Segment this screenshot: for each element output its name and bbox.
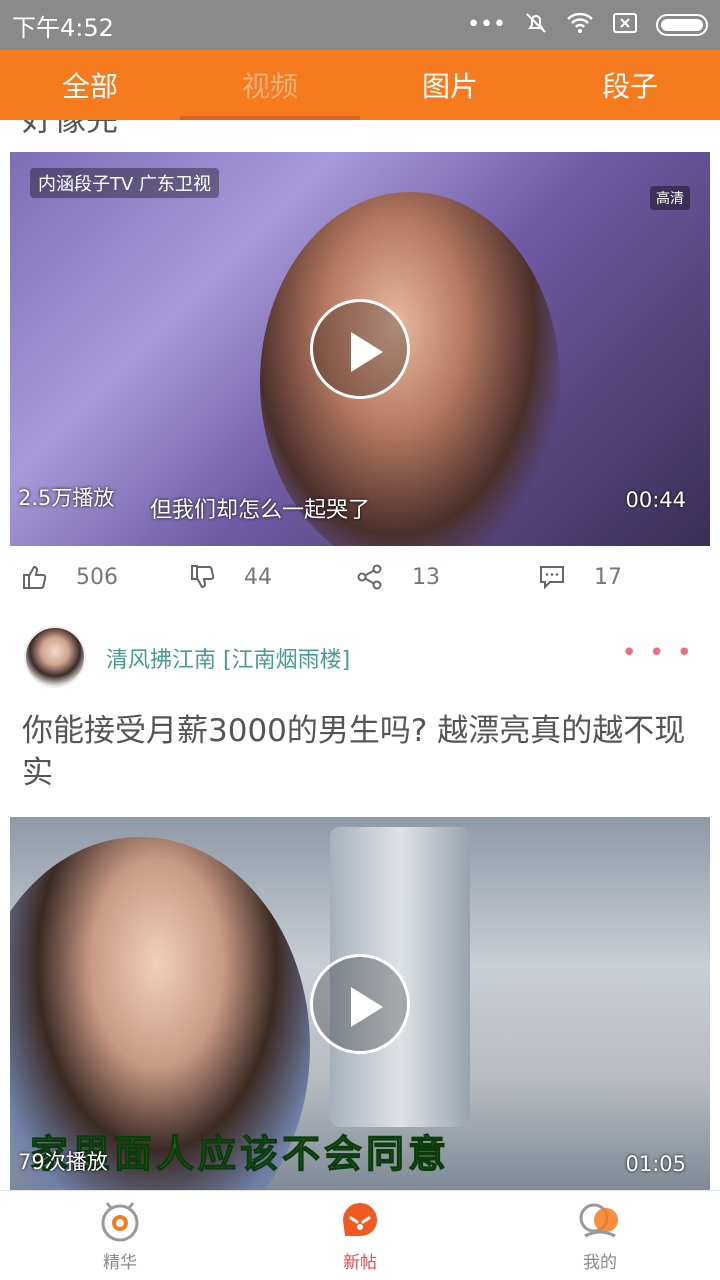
comment-icon [540,566,564,590]
video-subtitle: 但我们却怎么一起哭了 [150,498,371,523]
category-tab-bar: 全部 视频 图片 段子 [0,50,720,120]
nav-new-posts[interactable]: 新帖 [240,1191,480,1280]
more-dots-icon: ••• [467,12,506,37]
video-subtitle: 家里面人应该不会同意 [30,1132,451,1177]
profile-icon [579,1203,618,1238]
post-title[interactable]: 你能接受月薪3000的男生吗? 越漂亮真的越不现实 [22,710,702,794]
post-actions: 506 44 13 17 [0,556,720,598]
dislike-count: 44 [244,564,272,590]
channel-watermark: 内涵段子TV 广东卫视 [30,168,220,198]
tab-video[interactable]: 视频 [180,50,360,120]
status-icons: ••• [467,11,708,40]
no-sim-icon [612,12,638,39]
play-count: 79次播放 [18,1150,108,1174]
video-duration: 00:44 [625,488,686,512]
comment-button[interactable]: 17 [538,563,622,591]
hd-badge: 高清 [650,186,690,210]
new-posts-icon [343,1203,377,1236]
author-name[interactable]: 清风拂江南 [江南烟雨楼] [106,642,350,674]
status-time: 下午4:52 [12,13,114,42]
nav-profile-label: 我的 [583,1253,617,1273]
like-button[interactable]: 506 [20,563,118,591]
video-player[interactable]: 内涵段子TV 广东卫视 高清 但我们却怎么一起哭了 2.5万播放 00:44 [10,152,710,546]
wifi-icon [566,12,594,39]
share-count: 13 [412,564,440,590]
status-bar: 下午4:52 ••• [0,0,720,50]
play-button[interactable] [310,953,410,1054]
tab-all[interactable]: 全部 [0,50,180,120]
avatar[interactable] [24,626,86,688]
mute-bell-icon [524,11,548,40]
thumbs-down-icon [191,565,215,589]
video-player[interactable]: 家里面人应该不会同意 79次播放 01:05 [10,817,710,1190]
tab-pictures[interactable]: 图片 [360,50,540,120]
play-count: 2.5万播放 [18,486,115,510]
play-button[interactable] [310,299,410,399]
nav-essence[interactable]: 精华 [0,1191,240,1280]
tab-jokes[interactable]: 段子 [540,50,720,120]
video-duration: 01:05 [625,1152,686,1176]
nav-essence-label: 精华 [103,1253,137,1273]
essence-icon [101,1202,139,1242]
more-options-icon[interactable]: • • • [621,638,694,668]
bottom-navigation: 精华 新帖 我的 [0,1190,720,1280]
thumbs-up-icon [23,565,47,589]
post-header: 清风拂江南 [江南烟雨楼] • • • [0,620,720,694]
dislike-button[interactable]: 44 [188,563,272,591]
nav-new-posts-label: 新帖 [343,1253,377,1273]
nav-profile[interactable]: 我的 [480,1191,720,1280]
battery-fill [661,19,703,31]
comment-count: 17 [594,564,622,590]
like-count: 506 [76,564,118,590]
share-button[interactable]: 13 [356,563,440,591]
previous-post-title: 好像完 [22,120,118,140]
feed: 好像完 内涵段子TV 广东卫视 高清 但我们却怎么一起哭了 2.5万播放 00:… [0,120,720,1190]
battery-icon [656,14,708,36]
share-icon [357,564,382,590]
